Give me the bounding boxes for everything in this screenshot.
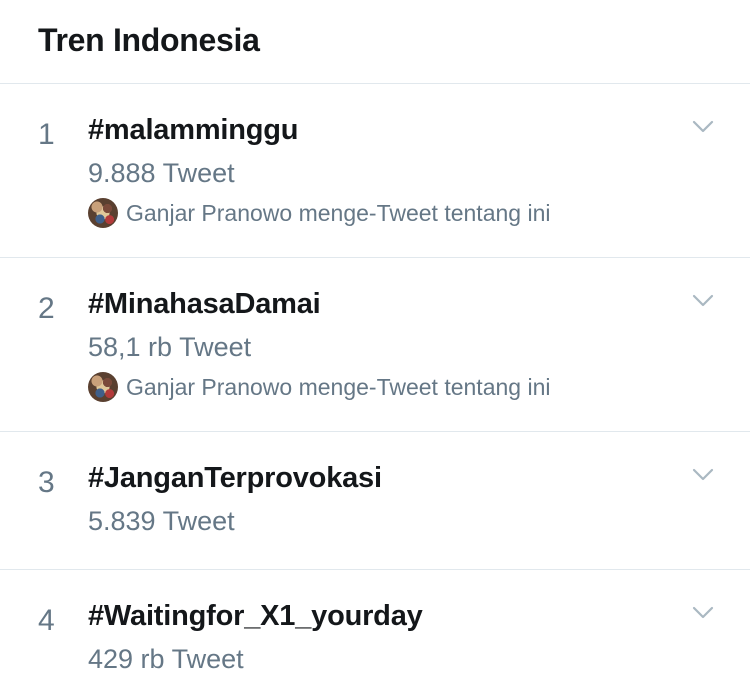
trend-item[interactable]: 3 #JanganTerprovokasi 5.839 Tweet xyxy=(0,432,750,570)
trend-tweet-count: 5.839 Tweet xyxy=(88,506,235,536)
trend-item[interactable]: 1 #malamminggu 9.888 Tweet Ganjar Pranow… xyxy=(0,84,750,258)
trend-rank: 3 xyxy=(38,466,55,499)
trend-context: Ganjar Pranowo menge-Tweet tentang ini xyxy=(88,198,550,228)
trend-tweet-count: 429 rb Tweet xyxy=(88,644,244,674)
trend-hashtag[interactable]: #Waitingfor_X1_yourday xyxy=(88,600,423,633)
chevron-down-icon[interactable] xyxy=(692,468,714,482)
trend-hashtag[interactable]: #MinahasaDamai xyxy=(88,288,321,321)
chevron-down-icon[interactable] xyxy=(692,294,714,308)
trend-rank: 2 xyxy=(38,292,55,325)
trend-item[interactable]: 4 #Waitingfor_X1_yourday 429 rb Tweet xyxy=(0,570,750,680)
trend-tweet-count: 9.888 Tweet xyxy=(88,158,235,188)
trend-context: Ganjar Pranowo menge-Tweet tentang ini xyxy=(88,372,550,402)
trend-tweet-count: 58,1 rb Tweet xyxy=(88,332,252,362)
trends-header: Tren Indonesia xyxy=(0,0,750,84)
trend-list: 1 #malamminggu 9.888 Tweet Ganjar Pranow… xyxy=(0,84,750,680)
trend-rank: 1 xyxy=(38,118,55,151)
avatar xyxy=(88,198,118,228)
chevron-down-icon[interactable] xyxy=(692,120,714,134)
page-title: Tren Indonesia xyxy=(38,22,260,58)
trend-hashtag[interactable]: #JanganTerprovokasi xyxy=(88,462,382,495)
trend-item[interactable]: 2 #MinahasaDamai 58,1 rb Tweet Ganjar Pr… xyxy=(0,258,750,432)
chevron-down-icon[interactable] xyxy=(692,606,714,620)
trend-context-text: Ganjar Pranowo menge-Tweet tentang ini xyxy=(126,373,551,400)
trend-context-text: Ganjar Pranowo menge-Tweet tentang ini xyxy=(126,199,551,226)
trend-hashtag[interactable]: #malamminggu xyxy=(88,114,299,147)
avatar xyxy=(88,372,118,402)
trend-rank: 4 xyxy=(38,604,55,637)
